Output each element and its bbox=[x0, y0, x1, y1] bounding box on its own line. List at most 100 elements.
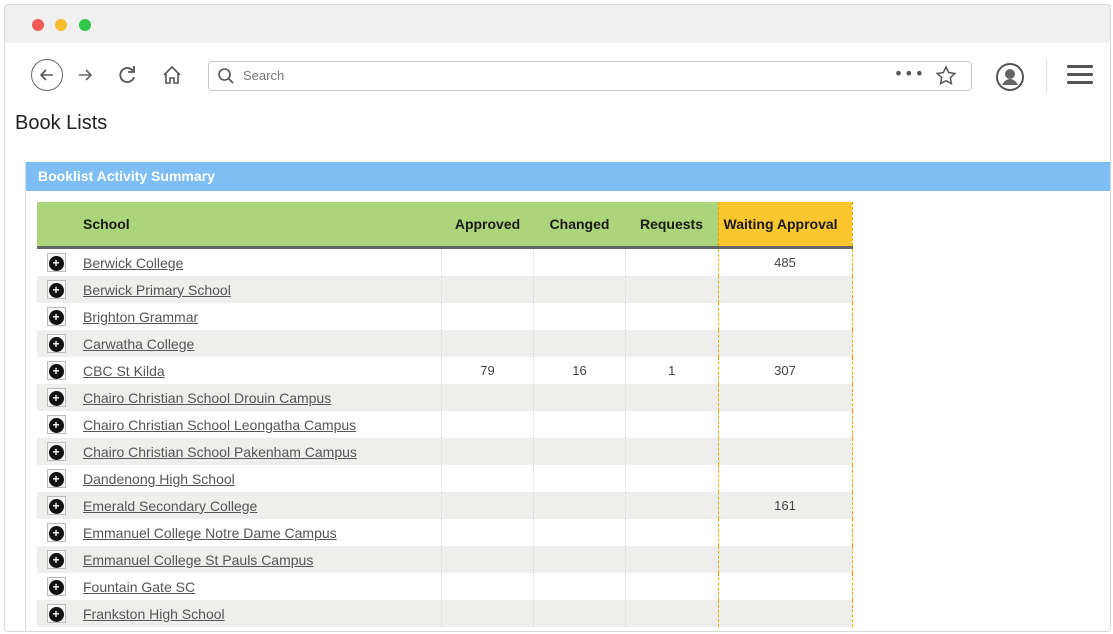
waiting-cell bbox=[717, 438, 853, 465]
reload-button[interactable] bbox=[113, 61, 141, 89]
expand-row-button[interactable]: + bbox=[46, 469, 66, 488]
school-link[interactable]: Carwatha College bbox=[83, 336, 194, 352]
reload-icon bbox=[119, 66, 135, 83]
column-header-changed[interactable]: Changed bbox=[533, 202, 626, 249]
table-row: + Chairo Christian School Leongatha Campu… bbox=[37, 411, 853, 438]
changed-cell: 16 bbox=[533, 357, 626, 384]
waiting-cell: 307 bbox=[717, 357, 853, 384]
table-row: + Chairo Christian School Drouin Campus bbox=[37, 384, 853, 411]
school-cell: Emerald Secondary College bbox=[75, 492, 442, 519]
changed-cell bbox=[533, 546, 626, 573]
school-link[interactable]: Emmanuel College Notre Dame Campus bbox=[83, 525, 337, 541]
school-link[interactable]: Emmanuel College St Pauls Campus bbox=[83, 552, 313, 568]
expand-row-button[interactable]: + bbox=[46, 334, 66, 353]
school-cell: Emmanuel College St Pauls Campus bbox=[75, 546, 442, 573]
column-header-school[interactable]: School bbox=[75, 202, 442, 249]
school-link[interactable]: CBC St Kilda bbox=[83, 363, 165, 379]
school-link[interactable]: Fountain Gate SC bbox=[83, 579, 195, 595]
expand-cell: + bbox=[37, 357, 75, 384]
expand-cell: + bbox=[37, 438, 75, 465]
waiting-cell bbox=[717, 330, 853, 357]
school-link[interactable]: Berwick Primary School bbox=[83, 282, 231, 298]
expand-row-button[interactable]: + bbox=[46, 577, 66, 596]
expand-row-button[interactable]: + bbox=[46, 307, 66, 326]
changed-cell bbox=[533, 247, 626, 276]
requests-cell bbox=[625, 330, 718, 357]
school-link[interactable]: Dandenong High School bbox=[83, 471, 235, 487]
expand-row-button[interactable]: + bbox=[46, 442, 66, 461]
expand-row-button[interactable]: + bbox=[46, 550, 66, 569]
table-row: + Berwick College 485 bbox=[37, 247, 853, 277]
waiting-cell bbox=[717, 519, 853, 546]
approved-cell bbox=[441, 276, 534, 303]
approved-cell bbox=[441, 384, 534, 411]
school-cell: CBC St Kilda bbox=[75, 357, 442, 384]
school-link[interactable]: Frankston High School bbox=[83, 606, 225, 622]
approved-cell bbox=[441, 600, 534, 627]
table-row: + Berwick Primary School bbox=[37, 276, 853, 303]
expand-row-button[interactable]: + bbox=[46, 496, 66, 515]
school-link[interactable]: Chairo Christian School Leongatha Campus bbox=[83, 417, 356, 433]
school-link[interactable]: Emerald Secondary College bbox=[83, 498, 257, 514]
changed-cell bbox=[533, 330, 626, 357]
plus-circle-icon: + bbox=[48, 580, 64, 596]
expand-row-button[interactable]: + bbox=[46, 253, 66, 272]
expand-cell: + bbox=[37, 600, 75, 627]
requests-cell bbox=[625, 519, 718, 546]
expand-row-button[interactable]: + bbox=[46, 361, 66, 380]
table-row: + Carwatha College bbox=[37, 330, 853, 357]
column-header-waiting-approval[interactable]: Waiting Approval bbox=[717, 202, 853, 249]
school-link[interactable]: Chairo Christian School Drouin Campus bbox=[83, 390, 331, 406]
star-icon[interactable] bbox=[935, 65, 957, 91]
approved-cell bbox=[441, 492, 534, 519]
expand-cell: + bbox=[37, 276, 75, 303]
requests-cell bbox=[625, 384, 718, 411]
expand-row-button[interactable]: + bbox=[46, 415, 66, 434]
table-row: + Fountain Gate SC bbox=[37, 573, 853, 600]
minimize-window-button[interactable] bbox=[55, 19, 67, 31]
plus-circle-icon: + bbox=[48, 553, 64, 569]
changed-cell bbox=[533, 600, 626, 627]
school-link[interactable]: Brighton Grammar bbox=[83, 309, 198, 325]
browser-toolbar: Search ••• bbox=[5, 43, 1110, 108]
waiting-cell bbox=[717, 303, 853, 330]
approved-cell: 79 bbox=[441, 357, 534, 384]
expand-cell: + bbox=[37, 546, 75, 573]
requests-cell bbox=[625, 247, 718, 276]
expand-row-button[interactable]: + bbox=[46, 280, 66, 299]
table-header-row: School Approved Changed Requests Waiting… bbox=[37, 202, 853, 249]
expand-cell: + bbox=[37, 384, 75, 411]
search-input[interactable]: Search bbox=[243, 68, 284, 83]
expand-cell: + bbox=[37, 573, 75, 600]
approved-cell bbox=[441, 303, 534, 330]
browser-window: Search ••• Book Lists Booklist Activity … bbox=[4, 4, 1111, 632]
school-link[interactable]: Berwick College bbox=[83, 255, 183, 271]
page-actions-icon[interactable]: ••• bbox=[894, 64, 925, 83]
expand-row-button[interactable]: + bbox=[46, 388, 66, 407]
column-header-requests[interactable]: Requests bbox=[625, 202, 718, 249]
waiting-cell bbox=[717, 546, 853, 573]
back-button[interactable] bbox=[31, 59, 63, 91]
requests-cell bbox=[625, 411, 718, 438]
account-button[interactable] bbox=[995, 62, 1025, 92]
plus-circle-icon: + bbox=[48, 445, 64, 461]
school-cell: Berwick College bbox=[75, 248, 442, 277]
hamburger-menu-icon[interactable] bbox=[1067, 65, 1093, 87]
table-row: + Frankston High School bbox=[37, 600, 853, 627]
plus-circle-icon: + bbox=[48, 607, 64, 623]
school-link[interactable]: Chairo Christian School Pakenham Campus bbox=[83, 444, 357, 460]
maximize-window-button[interactable] bbox=[79, 19, 91, 31]
column-header-approved[interactable]: Approved bbox=[441, 202, 534, 249]
search-bar[interactable]: Search ••• bbox=[208, 61, 972, 91]
toolbar-separator bbox=[1046, 59, 1047, 93]
table-row: + Dandenong High School bbox=[37, 465, 853, 492]
close-window-button[interactable] bbox=[32, 19, 44, 31]
forward-button[interactable] bbox=[71, 61, 99, 89]
expand-row-button[interactable]: + bbox=[46, 604, 66, 623]
home-button[interactable] bbox=[158, 61, 186, 89]
expand-row-button[interactable]: + bbox=[46, 523, 66, 542]
approved-cell bbox=[441, 546, 534, 573]
plus-circle-icon: + bbox=[48, 283, 64, 299]
requests-cell bbox=[625, 303, 718, 330]
table-row: + Emerald Secondary College 161 bbox=[37, 492, 853, 519]
